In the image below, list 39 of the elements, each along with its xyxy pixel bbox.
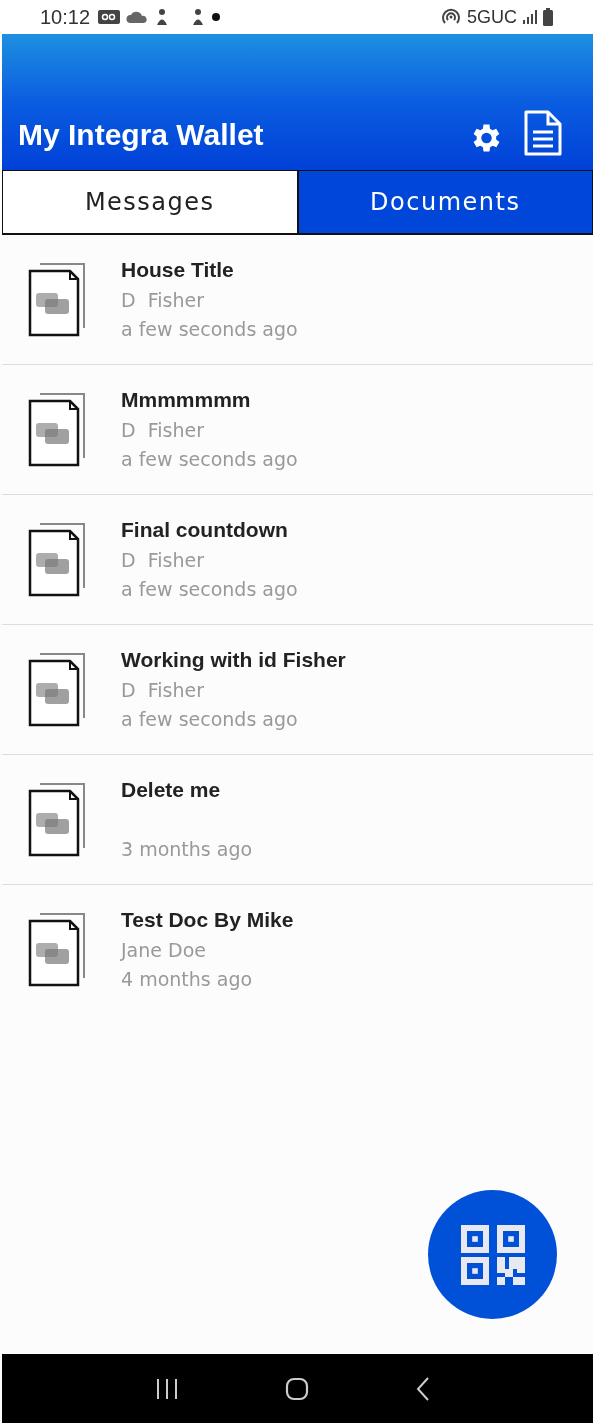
document-title: Working with id Fisher: [121, 647, 346, 673]
status-time: 10:12: [40, 5, 91, 29]
recent-apps-icon[interactable]: [155, 1377, 180, 1400]
voicemail-icon: [98, 9, 121, 25]
home-icon[interactable]: [285, 1376, 310, 1401]
tab[interactable]: Documents: [297, 170, 593, 233]
signal-icon: [523, 10, 537, 24]
back-icon[interactable]: [415, 1375, 430, 1402]
qr-code-icon: [460, 1224, 525, 1285]
document-row[interactable]: Mmmmmmm D Fisher a few seconds ago: [2, 365, 593, 495]
document-row[interactable]: House Title D Fisher a few seconds ago: [2, 235, 593, 365]
document-author: Jane Doe: [121, 938, 207, 962]
document-title: Mmmmmmm: [121, 387, 252, 413]
network-label: 5GUC: [467, 6, 517, 28]
document-row[interactable]: Delete me 3 months ago: [2, 755, 593, 885]
document-icon[interactable]: [523, 110, 563, 156]
document-title: Delete me: [121, 777, 222, 803]
document-row[interactable]: Working with id Fisher D Fisher a few seconds ago: [2, 625, 593, 755]
battery-icon: [543, 8, 553, 26]
app-title: My Integra Wallet: [18, 118, 265, 153]
document-time: 4 months ago: [121, 967, 254, 991]
document-title: House Title: [121, 257, 235, 283]
document-time: a few seconds ago: [121, 707, 299, 731]
cloud-icon: [126, 10, 149, 24]
document-author: D Fisher: [121, 548, 205, 572]
document-title: Final countdown: [121, 517, 289, 543]
document-row[interactable]: Final countdown D Fisher a few seconds ago: [2, 495, 593, 625]
tab[interactable]: Messages: [2, 170, 298, 233]
document-title: Test Doc By Mike: [121, 907, 294, 933]
document-author: D Fisher: [121, 678, 205, 702]
document-row[interactable]: Test Doc By Mike Jane Doe 4 months ago: [2, 885, 593, 1015]
document-time: 3 months ago: [121, 837, 253, 861]
document-time: a few seconds ago: [121, 447, 298, 471]
document-time: a few seconds ago: [121, 317, 298, 341]
hotspot-icon: [441, 8, 461, 26]
document-author: D Fisher: [121, 418, 205, 442]
document-time: a few seconds ago: [121, 577, 298, 601]
dot-icon: [212, 13, 221, 21]
document-author: D Fisher: [121, 288, 205, 312]
